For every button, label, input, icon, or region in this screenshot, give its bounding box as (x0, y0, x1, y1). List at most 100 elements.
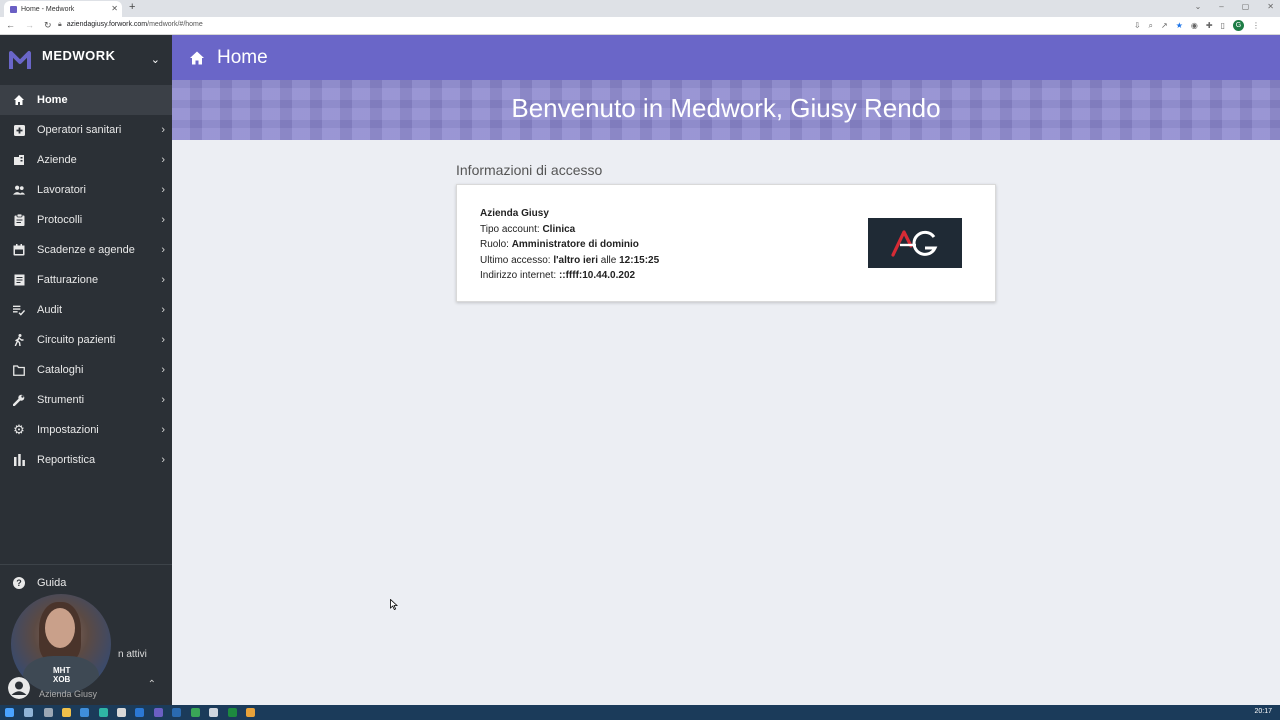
calendar-icon (13, 244, 25, 256)
taskbar-app-icon[interactable] (191, 708, 200, 717)
taskbar-app-icon[interactable] (209, 708, 218, 717)
building-icon (13, 154, 25, 166)
walking-icon (13, 334, 25, 346)
folder-icon (13, 364, 25, 376)
sidebar-item-label: Reportistica (37, 454, 96, 466)
brand[interactable]: MEDWORK ⌄ (0, 35, 172, 85)
sidebar-item-lavoratori[interactable]: Lavoratori › (0, 175, 172, 205)
home-icon (13, 94, 25, 106)
taskbar-app-icon[interactable] (62, 708, 71, 717)
sidebar-item-cataloghi[interactable]: Cataloghi › (0, 355, 172, 385)
sidebar-item-strumenti[interactable]: Strumenti › (0, 385, 172, 415)
taskbar-app-icon[interactable] (44, 708, 53, 717)
medwork-logo-icon (9, 51, 31, 69)
sidebar-item-fatturazione[interactable]: Fatturazione › (0, 265, 172, 295)
sidebar-item-label: Circuito pazienti (37, 334, 116, 346)
sidebar-menu: Home Operatori sanitari › Aziende › Lavo… (0, 85, 172, 475)
sidebar-item-circuito-pazienti[interactable]: Circuito pazienti › (0, 325, 172, 355)
taskbar-app-icon[interactable] (246, 708, 255, 717)
wrench-icon (13, 394, 25, 406)
taskbar-app-icon[interactable] (154, 708, 163, 717)
active-sessions-label[interactable]: n attivi (118, 649, 147, 660)
taskbar-clock: 20:17 (1254, 708, 1272, 715)
tab-search-icon[interactable]: ⌄ (1195, 2, 1202, 11)
chevron-right-icon: › (161, 304, 165, 316)
install-icon[interactable]: ⇩ (1134, 21, 1141, 30)
chevron-right-icon: › (161, 244, 165, 256)
sidebar-item-label: Lavoratori (37, 184, 86, 196)
browser-tab-bar: Home - Medwork ✕ + ⌄ – ▢ ✕ (0, 0, 1280, 17)
sidebar-item-guida[interactable]: ? Guida (13, 577, 66, 589)
welcome-message: Benvenuto in Medwork, Giusy Rendo (511, 93, 941, 123)
account-type-row: Tipo account: Clinica (480, 223, 576, 235)
sidebar-item-impostazioni[interactable]: ⚙ Impostazioni › (0, 415, 172, 445)
start-icon[interactable] (5, 708, 14, 717)
sidebar-item-audit[interactable]: Audit › (0, 295, 172, 325)
last-access-row: Ultimo accesso: l'altro ieri alle 12:15:… (480, 254, 660, 266)
chevron-right-icon: › (161, 124, 165, 136)
extension-icon[interactable]: ◉ (1191, 21, 1198, 30)
role-row: Ruolo: Amministratore di dominio (480, 239, 639, 251)
sidebar-item-label: Audit (37, 304, 63, 316)
favicon-icon (10, 5, 17, 13)
sidebar-item-aziende[interactable]: Aziende › (0, 145, 172, 175)
taskbar-app-icon[interactable] (80, 708, 89, 717)
back-icon[interactable]: ← (6, 20, 15, 31)
home-icon (190, 51, 204, 64)
zoom-icon[interactable]: ⌕ (1149, 21, 1153, 31)
sidebar-item-label: Fatturazione (37, 274, 99, 286)
close-tab-icon[interactable]: ✕ (111, 4, 118, 13)
minimize-icon[interactable]: – (1219, 2, 1223, 11)
os-taskbar: 20:17 (0, 705, 1280, 720)
chevron-right-icon: › (161, 334, 165, 346)
maximize-icon[interactable]: ▢ (1242, 2, 1250, 11)
chevron-right-icon: › (161, 364, 165, 376)
sidebar-item-reportistica[interactable]: Reportistica › (0, 445, 172, 475)
search-icon[interactable] (24, 708, 33, 717)
user-menu[interactable]: Azienda Giusy ⌃ (8, 675, 168, 699)
profile-avatar[interactable]: G (1233, 20, 1244, 31)
sidepanel-icon[interactable]: ▯ (1221, 21, 1225, 30)
users-icon (13, 184, 25, 196)
forward-icon[interactable]: → (25, 20, 34, 31)
taskbar-app-icon[interactable] (135, 708, 144, 717)
access-info-card: Azienda Giusy Tipo account: Clinica Ruol… (456, 184, 996, 302)
sidebar-item-home[interactable]: Home (0, 85, 172, 115)
chevron-right-icon: › (161, 184, 165, 196)
chevron-right-icon: › (161, 154, 165, 166)
brand-name: MEDWORK (42, 47, 116, 63)
share-icon[interactable]: ↗ (1161, 21, 1168, 30)
company-logo (868, 218, 962, 268)
puzzle-icon[interactable]: ✚ (1206, 21, 1213, 30)
sidebar-item-operatori-sanitari[interactable]: Operatori sanitari › (0, 115, 172, 145)
taskbar-app-icon[interactable] (228, 708, 237, 717)
access-info-title: Informazioni di accesso (456, 162, 603, 178)
sidebar-item-label: Protocolli (37, 214, 83, 226)
user-avatar-icon (8, 677, 30, 699)
bar-chart-icon (13, 454, 25, 466)
browser-tab[interactable]: Home - Medwork ✕ (4, 1, 122, 17)
bookmark-star-icon[interactable]: ★ (1176, 21, 1183, 30)
chevron-up-icon[interactable]: ⌃ (148, 679, 156, 690)
sidebar-item-label: Operatori sanitari (37, 124, 122, 136)
checklist-icon (13, 304, 25, 316)
taskbar-app-icon[interactable] (99, 708, 108, 717)
new-tab-icon[interactable]: + (129, 1, 135, 13)
url-field[interactable]: 🔒︎ aziendagiusy.forwork.com/medwork/#/hom… (58, 21, 203, 29)
browser-menu-icon[interactable]: ⋮ (1252, 21, 1260, 30)
sidebar-divider (0, 564, 172, 565)
taskbar-app-icon[interactable] (117, 708, 126, 717)
page-title: Home (217, 46, 268, 68)
plus-square-icon (13, 124, 25, 136)
sidebar-item-protocolli[interactable]: Protocolli › (0, 205, 172, 235)
sidebar-item-label: Strumenti (37, 394, 85, 406)
invoice-icon (13, 274, 25, 286)
lock-icon: 🔒︎ (58, 21, 62, 28)
reload-icon[interactable]: ↻ (44, 20, 52, 31)
taskbar-app-icon[interactable] (172, 708, 181, 717)
sidebar-item-scadenze-e-agende[interactable]: Scadenze e agende › (0, 235, 172, 265)
sidebar-item-label: Home (37, 94, 68, 106)
chevron-down-icon[interactable]: ⌄ (151, 53, 160, 66)
close-window-icon[interactable]: ✕ (1267, 2, 1274, 11)
help-icon: ? (13, 577, 25, 589)
